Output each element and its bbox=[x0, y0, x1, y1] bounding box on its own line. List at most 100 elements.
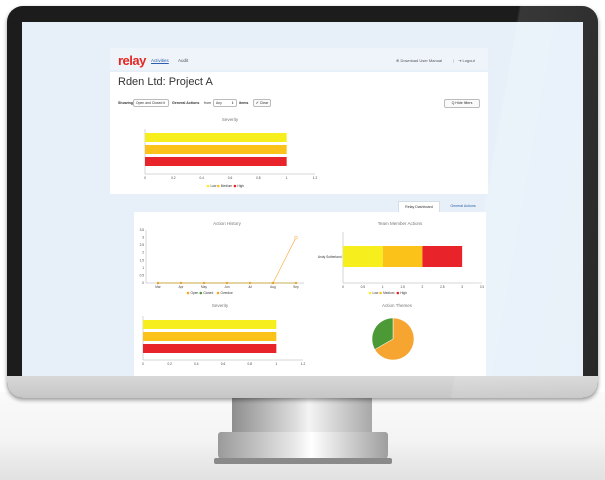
series-point-overdue bbox=[271, 281, 275, 285]
x-tick-label: 1 bbox=[286, 176, 288, 180]
legend-label-low: Low bbox=[211, 184, 218, 188]
chart-title-action-themes: Action Themes bbox=[382, 303, 412, 308]
from-select[interactable]: Any ⇕ bbox=[213, 99, 237, 107]
y-tick-label: 0.5 bbox=[140, 273, 145, 277]
x-tick-label: 1.2 bbox=[313, 176, 318, 180]
x-tick-label: 3.5 bbox=[480, 285, 484, 289]
x-tick-label: 0.4 bbox=[194, 362, 199, 366]
severity-chart-bottom: 0 0.2 0.4 0.6 0.8 1 1.2 bbox=[142, 316, 306, 366]
legend-marker-high bbox=[233, 184, 237, 188]
severity-chart-top: 0 0.2 0.4 0.6 0.8 1 1.2 Low Medium High bbox=[144, 129, 318, 188]
severity-bar-low bbox=[143, 320, 277, 329]
x-tick-label: 0.8 bbox=[256, 176, 261, 180]
x-tick-label: May bbox=[201, 285, 207, 289]
y-tick-label: 2.5 bbox=[140, 243, 145, 247]
general-actions-label: General Actions bbox=[172, 101, 200, 105]
x-tick-label: 0 bbox=[144, 176, 146, 180]
x-tick-label: 1.5 bbox=[400, 285, 405, 289]
stacked-bar-medium bbox=[382, 246, 423, 267]
y-tick-label: 1.5 bbox=[140, 258, 145, 262]
legend-marker-medium bbox=[217, 184, 220, 188]
stacked-bar-high bbox=[422, 246, 463, 267]
severity-bar-medium bbox=[145, 145, 287, 154]
x-tick-label: 3 bbox=[461, 285, 463, 289]
series-point-overdue bbox=[294, 281, 298, 285]
hide-filters-button[interactable]: Q Hide filters bbox=[444, 99, 480, 108]
from-label: from bbox=[204, 101, 212, 105]
y-tick-label: 2 bbox=[142, 251, 144, 255]
x-tick-label: Aug bbox=[270, 285, 276, 289]
relay-logo[interactable]: relay bbox=[118, 53, 146, 68]
x-tick-label: Apr bbox=[179, 285, 185, 289]
from-select-value: Any bbox=[216, 101, 222, 105]
legend-marker-medium bbox=[379, 291, 382, 295]
legend-label-low: Low bbox=[373, 291, 380, 295]
series-point-overdue bbox=[179, 281, 183, 285]
category-label: Andy Sutherland bbox=[318, 255, 342, 259]
x-tick-label: 2 bbox=[422, 285, 424, 289]
y-tick-label: 3.5 bbox=[140, 228, 145, 232]
action-history-chart: 3.5 3 2.5 2 1.5 1 0.5 0 Mar Apr May Jun Jul Aug Sep Ope… bbox=[140, 228, 304, 295]
series-point-open bbox=[294, 235, 298, 240]
team-member-actions-chart: Andy Sutherland 0 0.5 1 1.5 2 2.5 3 3.5 Low Medium… bbox=[318, 232, 484, 295]
action-themes-pie-chart bbox=[371, 317, 415, 361]
x-tick-label: 1 bbox=[275, 362, 277, 366]
x-tick-label: Jul bbox=[248, 285, 252, 289]
x-tick-label: Jun bbox=[224, 285, 229, 289]
y-tick-label: 0 bbox=[142, 281, 144, 285]
x-tick-label: 2.5 bbox=[440, 285, 445, 289]
series-point-overdue bbox=[225, 281, 229, 285]
nav-activities[interactable]: Activities bbox=[151, 58, 169, 63]
monitor-stand-lip bbox=[214, 458, 392, 464]
logout-link[interactable]: ⇥ Logout bbox=[458, 58, 475, 63]
tab-general-actions-label: General Actions bbox=[450, 204, 476, 208]
x-tick-label: 0.8 bbox=[247, 362, 252, 366]
legend-label-closed: Closed bbox=[203, 291, 213, 295]
items-label: items bbox=[239, 101, 249, 105]
x-tick-label: 0.6 bbox=[228, 176, 233, 180]
showing-select-value: Open and Closed it bbox=[136, 101, 166, 105]
series-point-overdue bbox=[248, 281, 252, 285]
series-point-overdue bbox=[156, 281, 160, 285]
x-tick-label: 0.2 bbox=[167, 362, 172, 366]
series-point-overdue bbox=[202, 281, 206, 285]
x-tick-label: Mar bbox=[155, 285, 161, 289]
from-select-caret-icon: ⇕ bbox=[231, 101, 234, 105]
x-tick-label: 0.5 bbox=[361, 285, 366, 289]
severity-bar-high bbox=[143, 344, 277, 353]
tab-relay-dashboard-label: Relay Dashboard bbox=[405, 205, 433, 209]
monitor-chin bbox=[7, 376, 598, 398]
showing-select[interactable]: Open and Closed it bbox=[133, 99, 169, 107]
clear-button-label: ✐ Clear bbox=[255, 101, 269, 105]
nav-audit[interactable]: Audit bbox=[178, 58, 188, 63]
header-separator: | bbox=[453, 58, 455, 63]
chart-title-severity-bottom: Severity bbox=[211, 303, 229, 308]
x-tick-label: 0.4 bbox=[199, 176, 204, 180]
legend-marker-closed bbox=[199, 291, 203, 295]
y-tick-label: 3 bbox=[142, 236, 144, 240]
x-tick-label: Sep bbox=[293, 285, 299, 289]
x-tick-label: 0.6 bbox=[221, 362, 226, 366]
x-tick-label: 0 bbox=[342, 285, 344, 289]
severity-bar-high bbox=[145, 157, 287, 166]
legend-label-overdue: Overdue bbox=[221, 291, 233, 295]
hide-filters-label: Q Hide filters bbox=[451, 101, 473, 105]
severity-bar-low bbox=[145, 133, 287, 142]
page-title: Rden Ltd: Project A bbox=[118, 76, 213, 88]
legend-label-medium: Medium bbox=[383, 291, 395, 295]
clear-button[interactable]: ✐ Clear bbox=[253, 99, 271, 107]
tab-general-actions[interactable]: General Actions bbox=[442, 201, 484, 212]
showing-label: Showing bbox=[118, 101, 133, 105]
download-manual-link[interactable]: ⊕ Download User Manual bbox=[396, 58, 442, 63]
severity-bar-medium bbox=[143, 332, 277, 341]
legend-label-open: Open bbox=[191, 291, 199, 295]
x-tick-label: 1.2 bbox=[301, 362, 306, 366]
series-line-open bbox=[158, 237, 297, 284]
legend-label-medium: Medium bbox=[221, 184, 233, 188]
legend-marker-open bbox=[186, 291, 190, 295]
x-tick-label: 0.2 bbox=[171, 176, 176, 180]
y-tick-label: 1 bbox=[142, 266, 144, 270]
x-tick-label: 0 bbox=[142, 362, 144, 366]
stacked-bar-low bbox=[343, 246, 383, 267]
tab-relay-dashboard[interactable]: Relay Dashboard bbox=[398, 201, 440, 212]
